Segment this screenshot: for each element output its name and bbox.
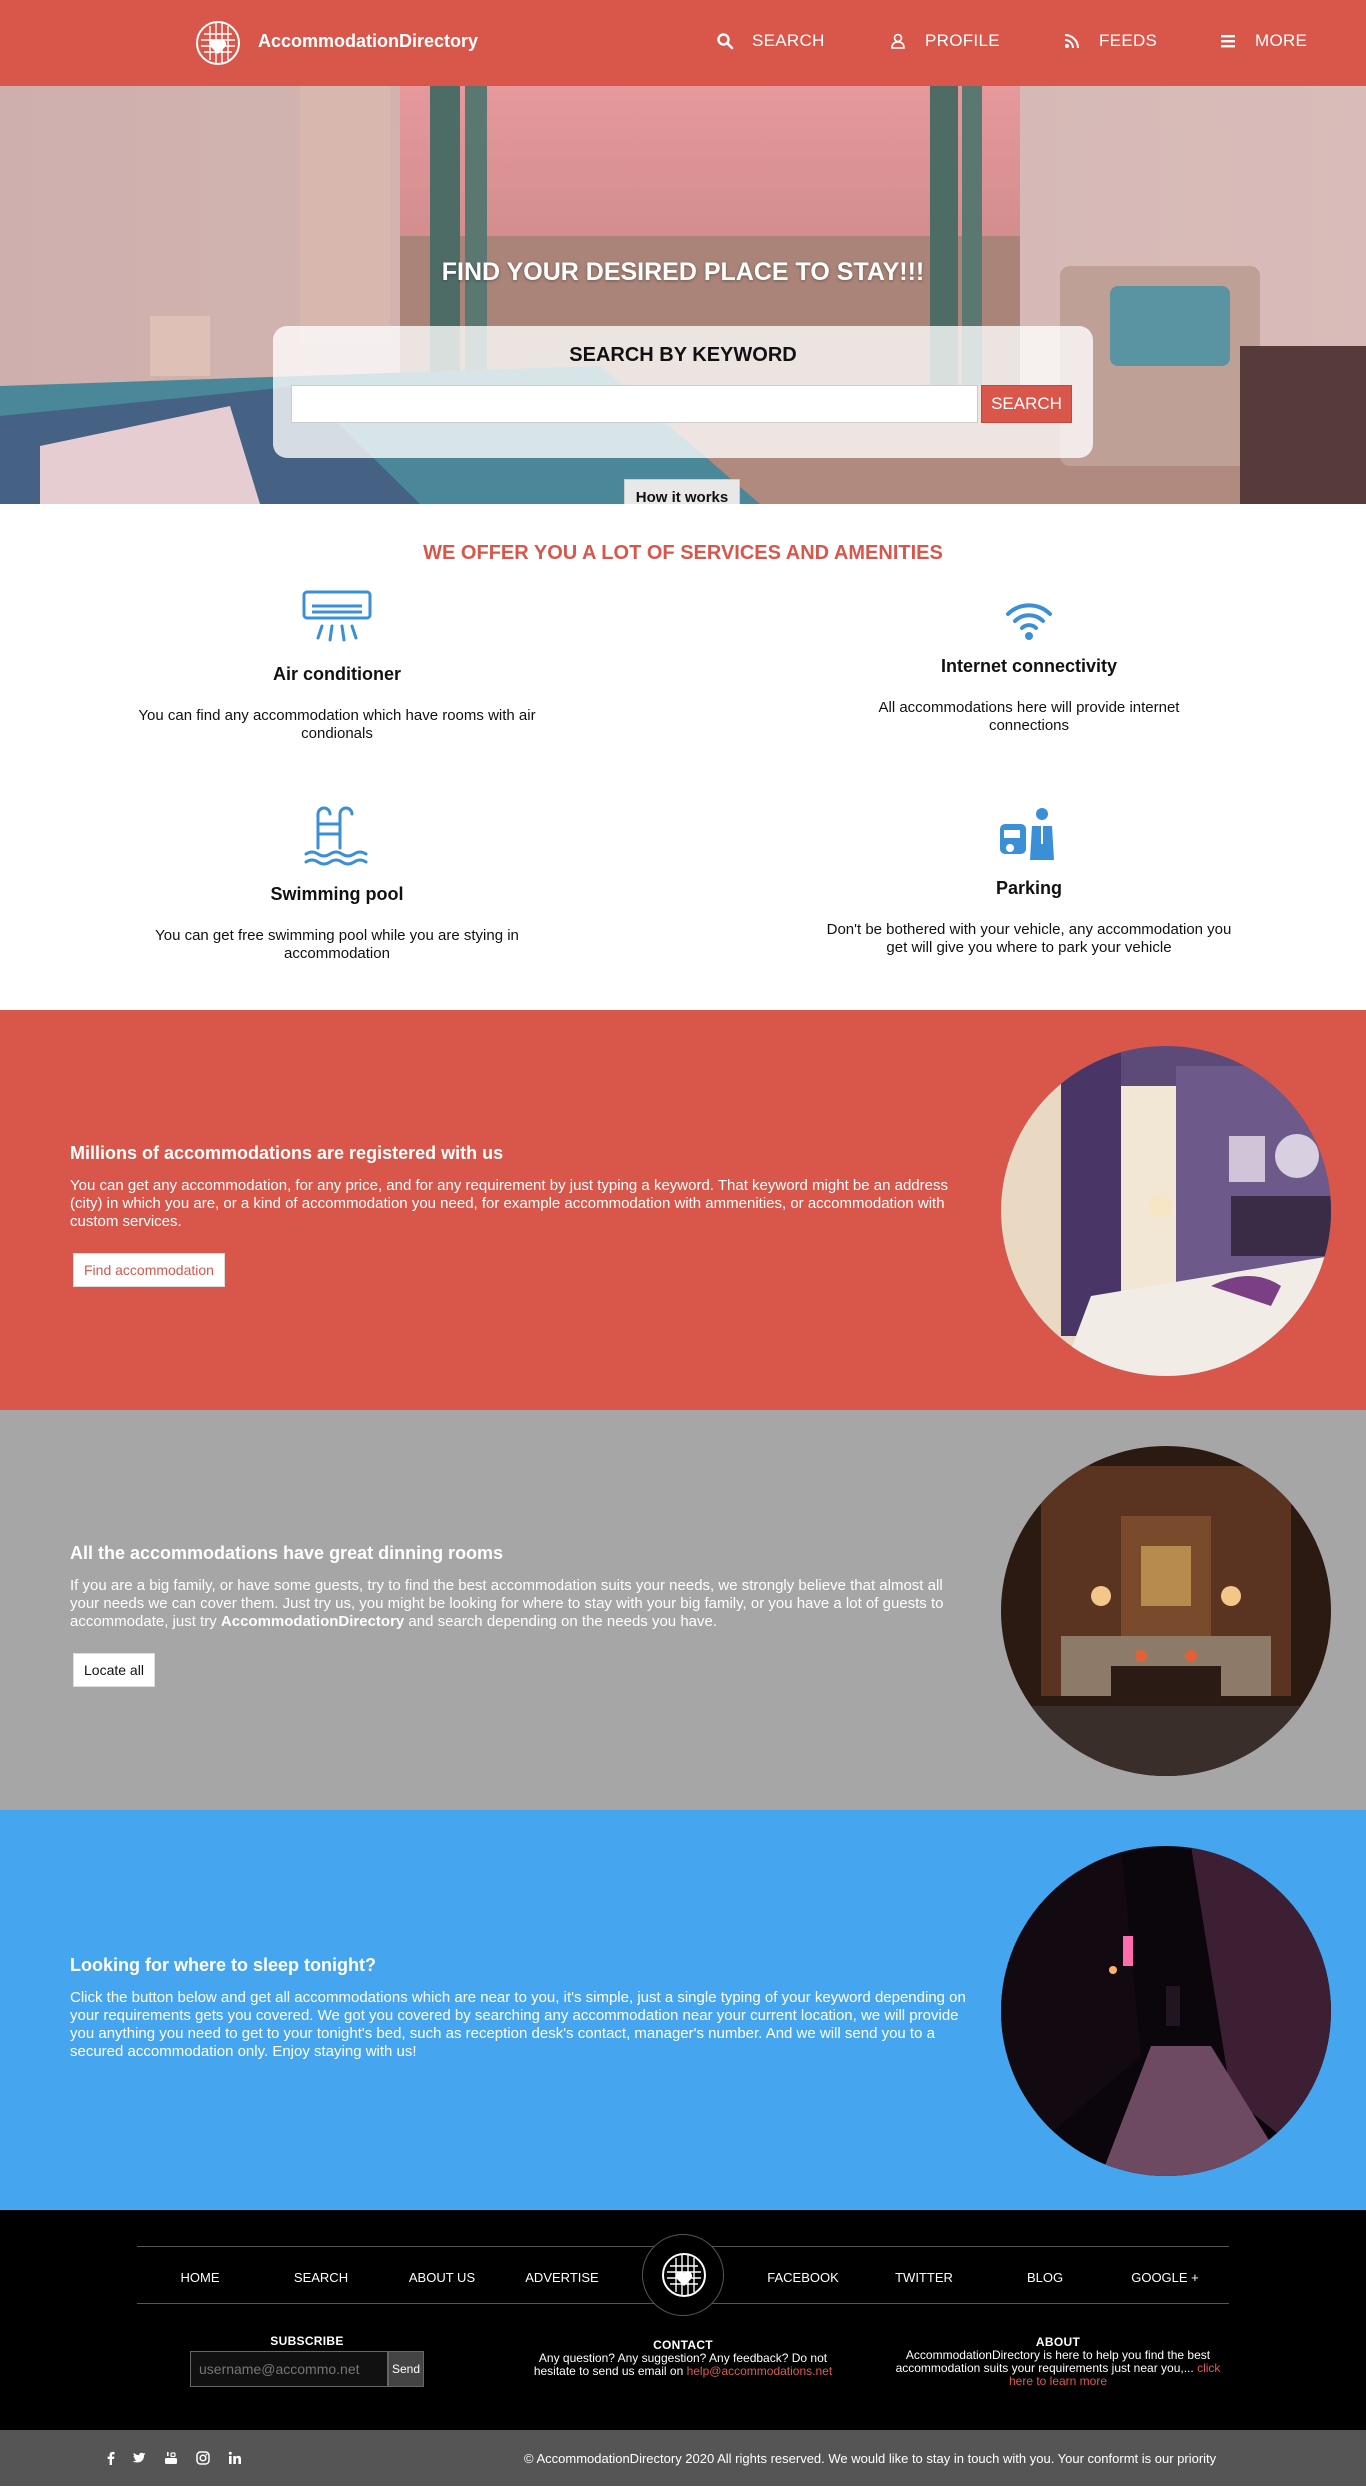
youtube-icon[interactable] [164,2451,178,2465]
footer-link-advertise[interactable]: ADVERTISE [502,2270,622,2285]
user-icon [891,33,905,49]
band-content: Looking for where to sleep tonight? Clic… [70,1955,970,2061]
search-panel: SEARCH BY KEYWORD SEARCH [273,326,1093,458]
band-registered: Millions of accommodations are registere… [0,1010,1366,1410]
logo-icon[interactable] [195,20,241,66]
band-title: All the accommodations have great dinnin… [70,1543,504,1563]
facebook-icon[interactable] [104,2451,118,2465]
top-navbar: AccommodationDirectory SEARCH PROFILE FE… [0,0,1366,86]
about-text: AccommodationDirectory is here to help y… [895,2348,1221,2388]
bottom-bar: © AccommodationDirectory 2020 All rights… [0,2430,1366,2486]
footer-logo[interactable] [642,2234,724,2316]
swimming-pool-icon [304,806,368,866]
contact-email-link[interactable]: help@accommodations.net [687,2364,833,2378]
wifi-icon [1006,603,1052,640]
band-text: Click the button below and get all accom… [70,1989,966,2060]
footer-link-twitter[interactable]: TWITTER [864,2270,984,2285]
search-button[interactable]: SEARCH [981,385,1072,423]
service-title: Swimming pool [270,884,404,904]
subscribe-email-input[interactable] [190,2351,388,2387]
band-text: If you are a big family, or have some gu… [70,1577,944,1630]
footer-link-home[interactable]: HOME [140,2270,260,2285]
how-it-works-button[interactable]: How it works [624,479,740,504]
band-content: All the accommodations have great dinnin… [70,1543,970,1687]
services-section: WE OFFER YOU A LOT OF SERVICES AND AMENI… [0,504,1366,1010]
nav-search-label: SEARCH [752,31,825,50]
footer-link-google-plus[interactable]: GOOGLE + [1105,2270,1225,2285]
twitter-icon[interactable] [132,2451,146,2465]
about-heading: ABOUT [1035,2335,1081,2349]
band-tonight: Looking for where to sleep tonight? Clic… [0,1810,1366,2210]
service-text: You can find any accommodation which hav… [138,707,536,742]
service-parking: Parking Don't be bothered with your vehi… [819,804,1239,957]
hero-section: FIND YOUR DESIRED PLACE TO STAY!!! SEARC… [0,86,1366,504]
subscribe-send-button[interactable]: Send [388,2351,424,2387]
contact-heading: CONTACT [653,2338,713,2352]
service-text: All accommodations here will provide int… [878,699,1180,734]
service-text: You can get free swimming pool while you… [155,927,519,962]
air-conditioner-icon [302,590,372,642]
footer-link-about-us[interactable]: ABOUT US [382,2270,502,2285]
copyright-text: © AccommodationDirectory 2020 All rights… [524,2451,1217,2466]
search-heading: SEARCH BY KEYWORD [569,344,797,366]
footer-link-search[interactable]: SEARCH [261,2270,381,2285]
band-content: Millions of accommodations are registere… [70,1143,970,1287]
search-icon [717,33,734,50]
find-accommodation-button[interactable]: Find accommodation [73,1253,225,1287]
parking-icon [1000,808,1054,860]
lobby-photo [1001,1446,1331,1776]
contact-block: CONTACT Any question? Any suggestion? An… [525,2338,841,2378]
nav-search[interactable]: SEARCH [716,31,825,51]
service-title: Parking [995,878,1063,898]
nav-profile-label: PROFILE [925,31,1000,50]
nav-more-label: MORE [1255,31,1308,50]
service-title: Air conditioner [272,664,401,684]
nav-feeds-label: FEEDS [1099,31,1158,50]
brand-mention: AccommodationDirectory [220,1613,405,1630]
band-title: Millions of accommodations are registere… [70,1143,504,1163]
rss-icon [1064,34,1079,49]
hero-title: FIND YOUR DESIRED PLACE TO STAY!!! [441,258,925,286]
instagram-icon[interactable] [196,2451,210,2465]
footer: HOME SEARCH ABOUT US ADVERTISE FACEBOOK … [0,2210,1366,2430]
bedroom-photo [1001,1046,1331,1376]
nav-profile[interactable]: PROFILE [889,31,1000,51]
service-air-conditioner: Air conditioner You can find any accommo… [137,590,537,743]
night-alley-photo [1001,1846,1331,2176]
brand-name[interactable]: AccommodationDirectory [258,31,478,52]
linkedin-icon[interactable] [228,2451,242,2465]
nav-more[interactable]: MORE [1219,31,1307,51]
keyword-search-input[interactable] [291,385,978,423]
footer-link-facebook[interactable]: FACEBOOK [743,2270,863,2285]
about-block: ABOUT AccommodationDirectory is here to … [888,2335,1228,2388]
service-text: Don't be bothered with your vehicle, any… [826,921,1232,956]
service-title: Internet connectivity [940,656,1118,676]
band-dining: All the accommodations have great dinnin… [0,1410,1366,1810]
locate-all-button[interactable]: Locate all [73,1653,155,1687]
nav-feeds[interactable]: FEEDS [1063,31,1157,51]
subscribe-heading: SUBSCRIBE [270,2334,344,2348]
service-swimming-pool: Swimming pool You can get free swimming … [137,804,537,963]
service-internet: Internet connectivity All accommodations… [849,598,1209,735]
band-title: Looking for where to sleep tonight? [70,1955,376,1975]
services-title: WE OFFER YOU A LOT OF SERVICES AND AMENI… [423,542,943,564]
band-text: You can get any accommodation, for any p… [70,1177,948,1230]
footer-link-blog[interactable]: BLOG [985,2270,1105,2285]
contact-text: Any question? Any suggestion? Any feedba… [533,2351,833,2378]
menu-icon [1221,35,1235,48]
logo-icon [662,2253,706,2297]
